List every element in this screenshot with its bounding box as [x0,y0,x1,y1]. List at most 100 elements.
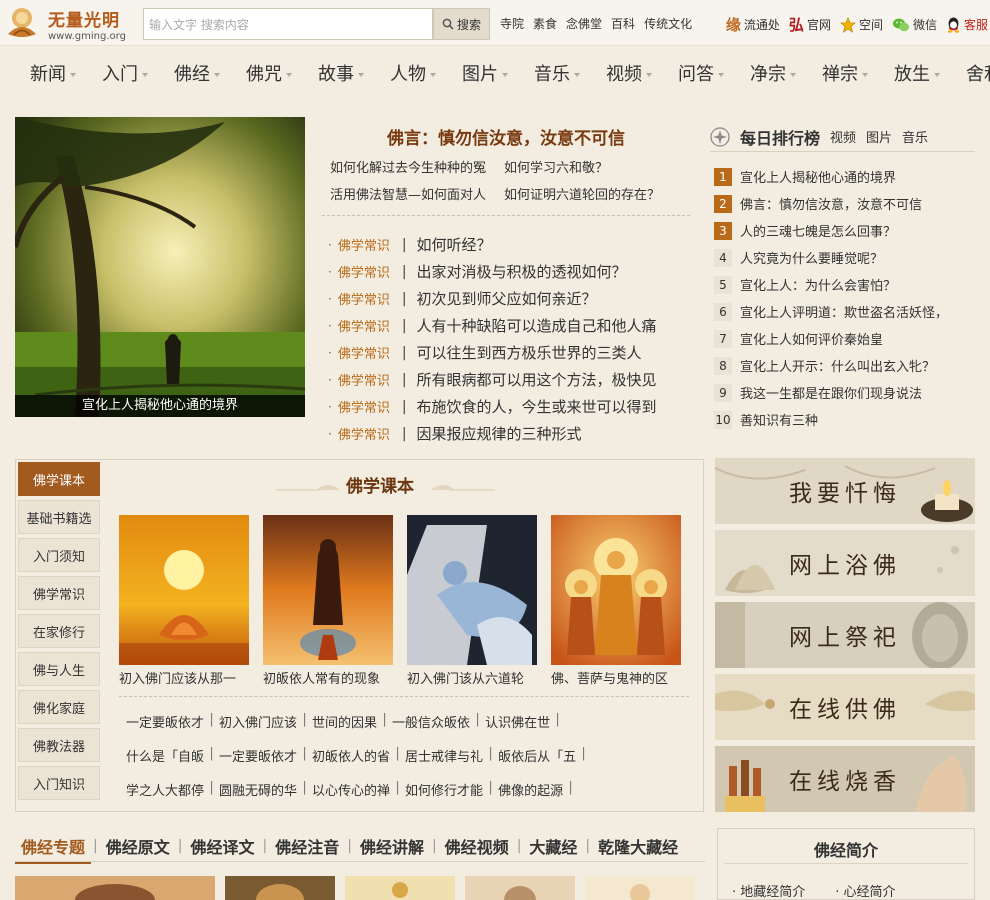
news-tag[interactable]: 佛学常识 [338,424,398,443]
banner-bathing-buddha[interactable]: 网上浴佛 [715,530,975,596]
article-link[interactable]: 学之人大都停 [126,780,204,799]
news-title[interactable]: 所有眼病都可以用这个方法，极快见 [417,369,657,390]
sidebar-item-beginner-notes[interactable]: 入门须知 [18,538,100,572]
news-tag[interactable]: 佛学常识 [338,235,398,254]
article-link[interactable]: 世间的因果 [312,712,377,731]
sidebar-item-buddha-and-life[interactable]: 佛与人生 [18,652,100,686]
rank-title[interactable]: 人的三魂七魄是怎么回事？ [740,221,896,240]
article-link[interactable]: 皈依后从「五 [498,746,576,765]
ranking-tab-video[interactable]: 视频 [830,127,856,146]
sidebar-item-ritual-objects[interactable]: 佛教法器 [18,728,100,762]
official-site-link[interactable]: 弘 官网 [789,14,831,35]
tab-sutra-video[interactable]: 佛经视频 [439,834,515,858]
news-tag[interactable]: 佛学常识 [338,397,398,416]
news-title[interactable]: 初次见到师父应如何亲近？ [417,288,597,309]
rank-title[interactable]: 佛言：慎勿信汝意，汝意不可信 [740,194,922,213]
distribution-link[interactable]: 缘 流通处 [726,14,780,35]
news-tag[interactable]: 佛学常识 [338,370,398,389]
tab-tripitaka[interactable]: 大藏经 [523,834,583,858]
banner-incense[interactable]: 在线烧香 [715,746,975,812]
sublink[interactable]: 如何证明六道轮回的存在？ [504,184,660,203]
thumbnail-card[interactable]: 初入佛门该从六道轮 [407,515,537,687]
article-link[interactable]: 一定要皈依才 [126,712,204,731]
top-link-temple[interactable]: 寺院 [500,15,524,32]
headline-link[interactable]: 佛言：慎勿信汝意，汝意不可信 [322,124,690,149]
sutra-thumbnail-image[interactable] [465,876,575,900]
article-link[interactable]: 一定要皈依才 [219,746,297,765]
rank-title[interactable]: 人究竟为什么要睡觉呢？ [740,248,883,267]
rank-title[interactable]: 宣化上人如何评价秦始皇 [740,329,883,348]
sutra-thumbnail-image[interactable] [585,876,695,900]
nav-music[interactable]: 音乐 [534,60,580,86]
news-title[interactable]: 因果报应规律的三种形式 [417,423,582,444]
sutra-thumbnail-image[interactable] [225,876,335,900]
search-button[interactable]: 搜索 [433,8,490,40]
news-tag[interactable]: 佛学常识 [338,343,398,362]
article-link[interactable]: 一般信众皈依 [392,712,470,731]
nav-mantras[interactable]: 佛咒 [246,60,292,86]
tab-qianlong-tripitaka[interactable]: 乾隆大藏经 [592,834,684,858]
ranking-tab-images[interactable]: 图片 [866,127,892,146]
nav-video[interactable]: 视频 [606,60,652,86]
news-title[interactable]: 出家对消极与积极的透视如何？ [417,261,627,282]
sidebar-item-home-practice[interactable]: 在家修行 [18,614,100,648]
space-link[interactable]: 空间 [839,14,883,35]
sidebar-item-basic-books[interactable]: 基础书籍选 [18,500,100,534]
article-link[interactable]: 认识佛在世 [485,712,550,731]
customer-service-link[interactable]: 客服 [946,14,988,35]
rank-title[interactable]: 宣化上人评明道：欺世盗名活妖怪， [740,302,948,321]
nav-stories[interactable]: 故事 [318,60,364,86]
rank-title[interactable]: 宣化上人：为什么会害怕？ [740,275,896,294]
nav-intro[interactable]: 入门 [102,60,148,86]
sublink[interactable]: 如何化解过去今生种种的冤 [330,157,486,176]
nav-news[interactable]: 新闻 [30,60,76,86]
sidebar-item-buddhist-family[interactable]: 佛化家庭 [18,690,100,724]
rank-title[interactable]: 宣化上人揭秘他心通的境界 [740,167,896,186]
sidebar-item-common-knowledge[interactable]: 佛学常识 [18,576,100,610]
top-link-chanting-hall[interactable]: 念佛堂 [566,15,602,32]
article-link[interactable]: 佛像的起源 [498,780,563,799]
banner-memorial[interactable]: 网上祭祀 [715,602,975,668]
tab-sutra-phonetic[interactable]: 佛经注音 [269,834,345,858]
top-link-vegetarian[interactable]: 素食 [533,15,557,32]
sidebar-item-textbook[interactable]: 佛学课本 [18,462,100,496]
thumbnail-card[interactable]: 佛、菩萨与鬼神的区 [551,515,681,687]
nav-qa[interactable]: 问答 [678,60,724,86]
top-link-traditional-culture[interactable]: 传统文化 [644,15,692,32]
tab-sutra-topics[interactable]: 佛经专题 [15,834,92,864]
thumbnail-card[interactable]: 初入佛门应该从那一 [119,515,249,687]
article-link[interactable]: 初入佛门应该 [219,712,297,731]
banner-offering[interactable]: 在线供佛 [715,674,975,740]
top-link-encyclopedia[interactable]: 百科 [611,15,635,32]
nav-zen[interactable]: 禅宗 [822,60,868,86]
rank-title[interactable]: 我这一生都是在跟你们现身说法 [740,383,922,402]
rank-title[interactable]: 善知识有三种 [740,410,818,429]
nav-sutras[interactable]: 佛经 [174,60,220,86]
article-link[interactable]: 初皈依人的省 [312,746,390,765]
article-link[interactable]: 以心传心的禅 [312,780,390,799]
banner-repentance[interactable]: 我要忏悔 [715,458,975,524]
nav-people[interactable]: 人物 [390,60,436,86]
news-tag[interactable]: 佛学常识 [338,289,398,308]
sublink[interactable]: 活用佛法智慧—如何面对人 [330,184,486,203]
sutra-thumbnail-image[interactable] [15,876,215,900]
intro-link[interactable]: · 地藏经简介 [732,881,805,900]
news-title[interactable]: 可以往生到西方极乐世界的三类人 [417,342,642,363]
nav-release-life[interactable]: 放生 [894,60,940,86]
sutra-thumbnail-image[interactable] [345,876,455,900]
nav-images[interactable]: 图片 [462,60,508,86]
ranking-tab-music[interactable]: 音乐 [902,127,928,146]
news-tag[interactable]: 佛学常识 [338,316,398,335]
news-title[interactable]: 如何听经？ [417,234,492,255]
tab-sutra-translation[interactable]: 佛经译文 [184,834,260,858]
nav-pure-land[interactable]: 净宗 [750,60,796,86]
article-link[interactable]: 如何修行才能 [405,780,483,799]
news-title[interactable]: 人有十种缺陷可以造成自己和他人痛 [417,315,657,336]
rank-title[interactable]: 宣化上人开示：什么叫出玄入牝？ [740,356,935,375]
site-logo[interactable]: 无量光明 www.gming.org [2,2,126,44]
tab-sutra-original[interactable]: 佛经原文 [100,834,176,858]
article-link[interactable]: 居士戒律与礼 [405,746,483,765]
intro-link[interactable]: · 心经简介 [835,881,895,900]
news-tag[interactable]: 佛学常识 [338,262,398,281]
article-link[interactable]: 什么是「自皈 [126,746,204,765]
